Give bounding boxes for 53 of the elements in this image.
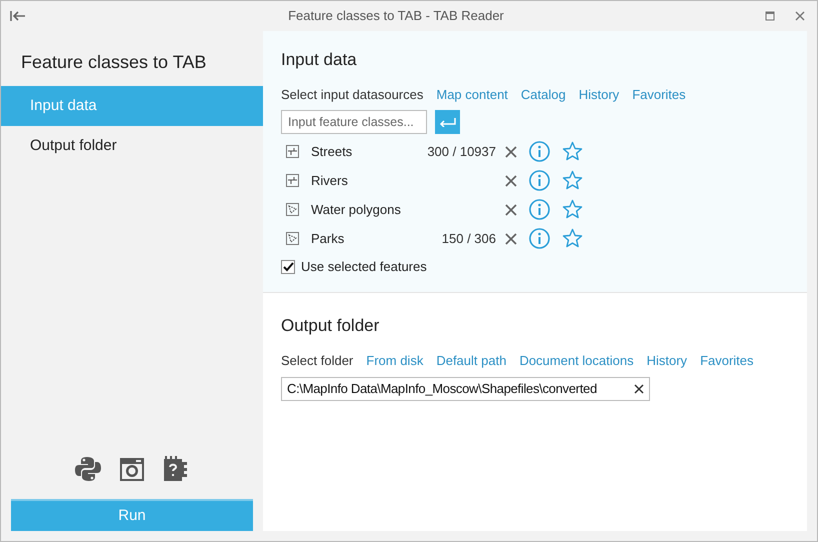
section-title: Input data (281, 49, 358, 71)
info-icon[interactable] (529, 170, 550, 191)
polygon-layer-icon (286, 203, 299, 216)
star-icon[interactable] (562, 141, 583, 162)
return-icon (439, 117, 456, 127)
path-field[interactable]: C:\MapInfo Data\MapInfo_Moscow\Shapefiles\converted (281, 377, 650, 401)
info-icon[interactable] (529, 141, 550, 162)
source-link[interactable]: Favorites (700, 350, 754, 370)
line-layer-icon (286, 174, 299, 187)
source-link[interactable]: History (578, 84, 620, 104)
source-label: Select folder (281, 352, 354, 370)
star-icon[interactable] (562, 199, 583, 220)
python-icon[interactable] (74, 455, 102, 483)
remove-icon[interactable] (505, 232, 517, 244)
help-notebook-icon[interactable] (162, 455, 190, 483)
source-link[interactable]: Document locations (519, 350, 634, 370)
close-icon[interactable] (795, 11, 805, 21)
info-icon[interactable] (529, 228, 550, 249)
camera-icon[interactable] (118, 455, 146, 483)
remove-icon[interactable] (505, 146, 517, 158)
star-icon[interactable] (562, 228, 583, 249)
source-link[interactable]: Default path (436, 350, 506, 370)
window-title: Feature classes to TAB - TAB Reader (288, 7, 504, 26)
layer-name: Streets (311, 142, 354, 161)
polygon-layer-icon (286, 232, 299, 245)
search-field[interactable]: Input feature classes... (281, 110, 427, 134)
layer-name: Water polygons (311, 200, 402, 219)
remove-icon[interactable] (505, 174, 517, 186)
maximize-icon[interactable] (765, 11, 775, 21)
layer-name: Parks (311, 230, 346, 248)
enter-button[interactable] (435, 110, 460, 134)
sidebar-item[interactable]: Output folder (1, 126, 263, 166)
sidebar-title: Feature classes to TAB (20, 51, 208, 74)
checkbox-label: Use selected features (301, 258, 427, 276)
remove-icon[interactable] (505, 204, 517, 216)
feature-count: 150 / 306 (442, 230, 496, 246)
source-link[interactable]: From disk (366, 350, 424, 370)
source-link[interactable]: Favorites (632, 84, 686, 104)
feature-count: 300 / 10937 (427, 144, 496, 158)
section-title: Output folder (281, 315, 380, 337)
run-button[interactable]: Run (11, 499, 253, 531)
clear-icon[interactable] (634, 384, 644, 394)
sidebar-item[interactable]: Input data (1, 86, 263, 126)
info-icon[interactable] (529, 199, 550, 220)
collapse-icon[interactable] (9, 9, 27, 23)
layer-name: Rivers (311, 172, 349, 190)
checkbox[interactable] (281, 260, 295, 274)
line-layer-icon (286, 145, 299, 158)
source-link[interactable]: Catalog (520, 84, 566, 104)
star-icon[interactable] (562, 170, 583, 191)
source-label: Select input datasources (281, 86, 424, 104)
source-link[interactable]: History (646, 350, 688, 370)
source-link[interactable]: Map content (436, 84, 508, 104)
